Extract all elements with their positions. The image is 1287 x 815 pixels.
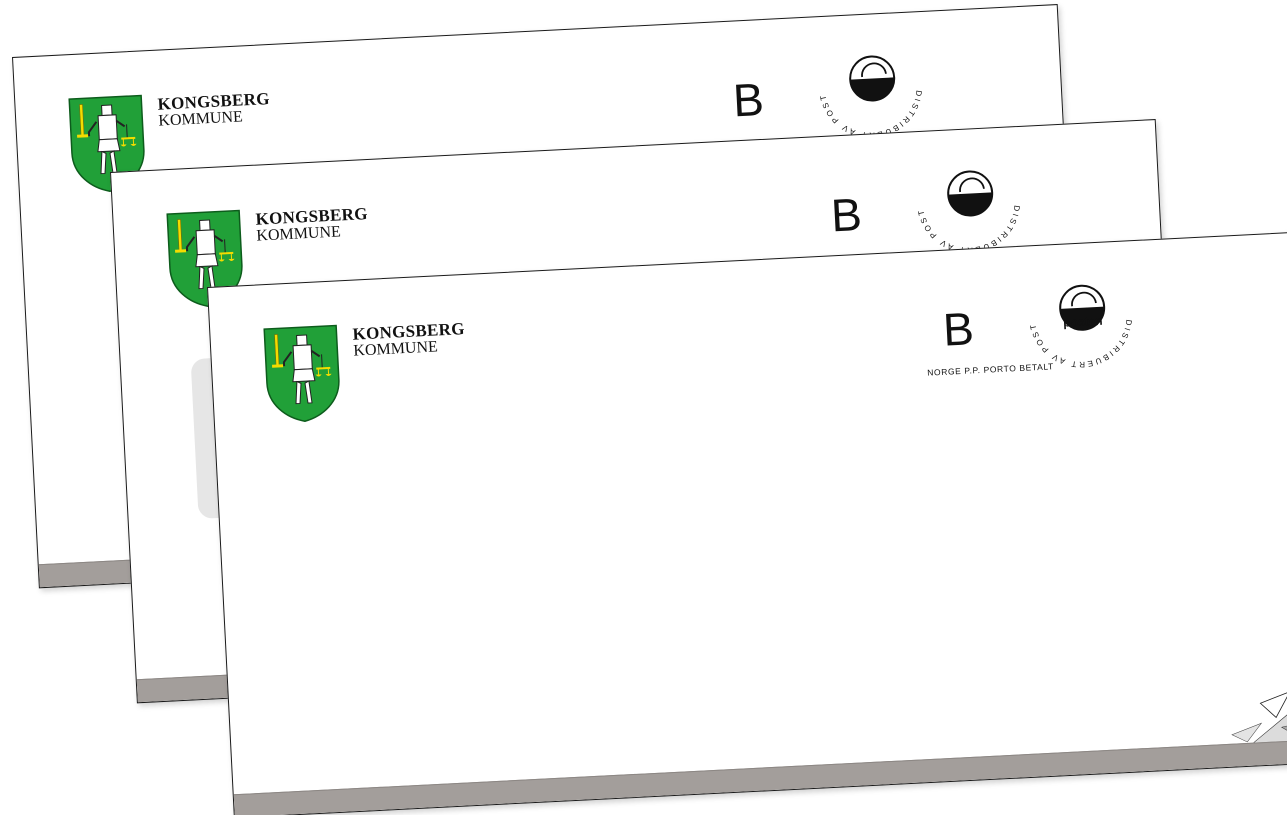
- postage-block: B NORGE P.P. PORTO BETALT DISTRIBUERT AV…: [927, 249, 1226, 383]
- brand-subtitle: KOMMUNE: [353, 338, 439, 360]
- coat-of-arms-icon: [263, 324, 340, 422]
- brand-block: KONGSBERG KOMMUNE: [352, 319, 466, 360]
- bottom-stripe: [233, 738, 1287, 815]
- envelope-stack: KONGSBERG KOMMUNE B DISTRIBUERT AV POSTE…: [0, 0, 1287, 815]
- brand-subtitle: KOMMUNE: [158, 108, 244, 130]
- b-class-mark: B: [829, 188, 864, 242]
- geometric-shards-decoration: [1231, 690, 1287, 745]
- brand-block: KONGSBERG KOMMUNE: [157, 89, 271, 130]
- brand-block: KONGSBERG KOMMUNE: [255, 204, 369, 245]
- b-class-mark: B: [941, 302, 976, 356]
- brand-subtitle: KOMMUNE: [256, 223, 342, 245]
- posten-word: posten: [1063, 314, 1103, 330]
- b-class-mark: B: [731, 73, 766, 127]
- envelope-front: KONGSBERG KOMMUNE B NORGE P.P. PORTO BET…: [207, 231, 1287, 815]
- posten-logo-icon: DISTRIBUERT AV POSTEN NORGE posten: [1018, 253, 1136, 372]
